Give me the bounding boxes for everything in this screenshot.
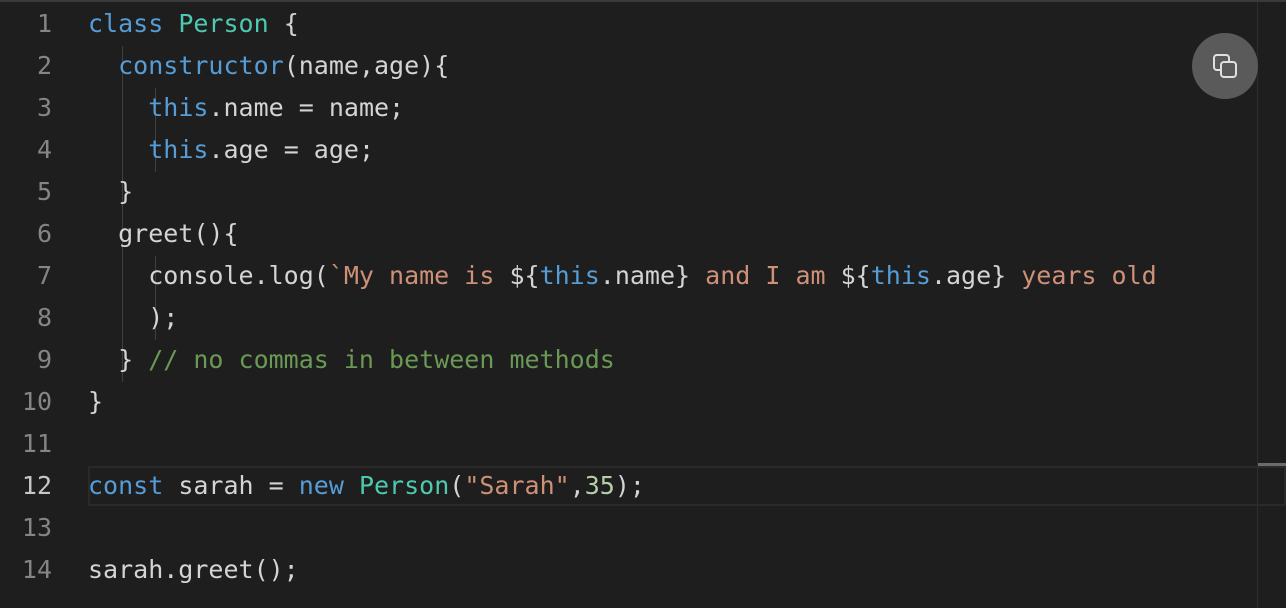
code-token: Person: [358, 471, 450, 500]
code-editor[interactable]: 1 2 3 4 5 6 7 8 9 10 11 12 13 14 class Person { const…: [0, 0, 1286, 608]
code-token: class: [88, 9, 164, 38]
code-token: .name = name;: [208, 93, 405, 122]
code-token: // no commas in between methods: [148, 345, 615, 374]
code-line[interactable]: constructor(name,age){: [88, 45, 449, 87]
code-token: }: [88, 387, 104, 416]
code-line[interactable]: greet(){: [88, 213, 239, 255]
code-token: "Sarah": [464, 471, 570, 500]
code-token: }: [88, 345, 149, 374]
line-number: 5: [36, 177, 52, 206]
line-number: 9: [36, 345, 52, 374]
code-token: {: [268, 9, 299, 38]
code-token: new: [298, 471, 344, 500]
code-token: constructor: [118, 51, 284, 80]
line-number: 3: [36, 93, 52, 122]
vertical-scrollbar[interactable]: [1257, 2, 1258, 608]
code-line[interactable]: }: [88, 171, 133, 213]
code-line[interactable]: const sarah = new Person("Sarah",35);: [88, 465, 645, 507]
code-token: ${: [509, 261, 540, 290]
code-token: .name}: [599, 261, 691, 290]
code-line[interactable]: sarah.greet();: [88, 549, 299, 591]
line-number: 12: [21, 471, 52, 500]
code-token: console.log(: [88, 261, 329, 290]
code-token: .age = age;: [208, 135, 375, 164]
copy-button[interactable]: [1192, 33, 1258, 99]
code-token: sarah =: [163, 471, 299, 500]
code-token: this: [148, 135, 209, 164]
code-line[interactable]: class Person {: [88, 3, 299, 45]
line-number: 2: [36, 51, 52, 80]
code-token: 35: [584, 471, 615, 500]
code-token: ${: [840, 261, 871, 290]
code-line[interactable]: this.age = age;: [88, 129, 374, 171]
code-token: ,: [569, 471, 585, 500]
code-token: this: [148, 93, 209, 122]
code-line[interactable]: );: [88, 297, 178, 339]
line-number: 10: [21, 387, 52, 416]
scrollbar-position-marker: [1258, 463, 1286, 466]
code-line[interactable]: }: [88, 381, 103, 423]
code-token: greet(){: [88, 219, 239, 248]
code-token: }: [88, 177, 134, 206]
code-line[interactable]: console.log(`My name is ${this.name} and…: [88, 255, 1157, 297]
code-token: .age}: [930, 261, 1007, 290]
code-token: (: [449, 471, 465, 500]
code-token: Person: [178, 9, 269, 38]
copy-icon: [1213, 54, 1237, 78]
code-token: );: [614, 471, 645, 500]
line-number: 13: [21, 513, 52, 542]
code-token: this: [870, 261, 931, 290]
code-line[interactable]: } // no commas in between methods: [88, 339, 615, 381]
line-number: 6: [36, 219, 52, 248]
code-token: (name,age){: [283, 51, 450, 80]
code-token: sarah.greet();: [88, 555, 299, 584]
code-token: this: [539, 261, 600, 290]
code-line[interactable]: this.name = name;: [88, 87, 404, 129]
line-number: 11: [21, 429, 52, 458]
line-number: 7: [36, 261, 52, 290]
line-number: 4: [36, 135, 52, 164]
code-token: and I am: [690, 261, 841, 290]
code-token: years old: [1006, 261, 1157, 290]
line-number: 1: [36, 9, 52, 38]
code-token: );: [88, 303, 179, 332]
code-token: const: [88, 471, 164, 500]
line-number: 14: [21, 555, 52, 584]
line-number: 8: [36, 303, 52, 332]
code-token: `My name is: [328, 261, 510, 290]
